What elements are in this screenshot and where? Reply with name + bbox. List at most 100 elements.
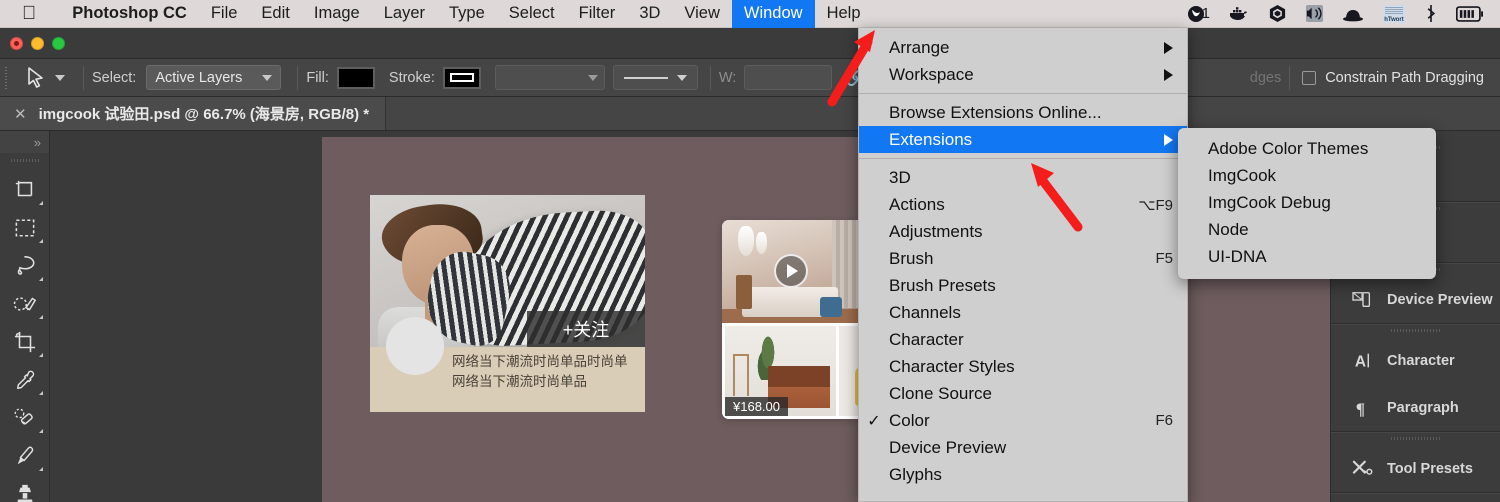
macos-menu-3d[interactable]: 3D xyxy=(627,0,672,28)
macos-menu-layer[interactable]: Layer xyxy=(372,0,437,28)
panel-item-paragraph[interactable]: ¶ Paragraph xyxy=(1331,384,1500,431)
menu-item-arrange[interactable]: Arrange xyxy=(859,34,1187,61)
select-mode-dropdown[interactable]: Active Layers xyxy=(146,65,281,90)
stroke-width-dropdown[interactable] xyxy=(495,65,605,90)
quick-selection-tool-icon[interactable] xyxy=(4,285,46,323)
macos-menu-file[interactable]: File xyxy=(199,0,250,28)
extensions-submenu[interactable]: Adobe Color Themes ImgCookImgCook DebugNo… xyxy=(1178,128,1436,279)
clone-stamp-tool-icon[interactable] xyxy=(4,475,46,502)
fill-label: Fill: xyxy=(306,70,329,86)
current-tool-indicator[interactable] xyxy=(12,67,75,89)
minimize-window-button[interactable] xyxy=(31,37,44,50)
panel-grip[interactable] xyxy=(1331,432,1500,445)
menu-item-brush-presets[interactable]: Brush Presets xyxy=(859,272,1187,299)
macos-menu-select[interactable]: Select xyxy=(497,0,567,28)
lasso-tool-icon[interactable] xyxy=(4,247,46,285)
panel-item-tool-presets[interactable]: Tool Presets xyxy=(1331,445,1500,492)
move-tool-icon xyxy=(26,67,46,89)
svg-text:A: A xyxy=(1355,353,1366,370)
macos-menu-help[interactable]: Help xyxy=(815,0,873,28)
ntwork-icon[interactable]: hTwort xyxy=(1373,0,1415,28)
submenu-item-imgcook-debug[interactable]: ImgCook Debug xyxy=(1178,189,1436,216)
fill-color-swatch[interactable] xyxy=(337,67,375,89)
stroke-style-dropdown[interactable] xyxy=(613,65,698,90)
menu-item-adjustments[interactable]: Adjustments xyxy=(859,218,1187,245)
panel-item-character[interactable]: A Character xyxy=(1331,337,1500,384)
select-mode-value: Active Layers xyxy=(155,70,242,86)
follow-button[interactable]: +关注 xyxy=(527,311,645,347)
menu-item-character-styles[interactable]: Character Styles xyxy=(859,353,1187,380)
menu-divider xyxy=(859,93,1187,94)
menu-item-label: Arrange xyxy=(889,38,1152,58)
divider xyxy=(710,66,711,90)
macos-menu-type[interactable]: Type xyxy=(437,0,497,28)
document-tab[interactable]: ✕ imgcook 试验田.psd @ 66.7% (海景房, RGB/8) * xyxy=(0,97,386,130)
menu-item-character[interactable]: Character xyxy=(859,326,1187,353)
menu-item-shortcut: F6 xyxy=(1155,412,1173,429)
globe-badge-icon[interactable]: 1 xyxy=(1178,0,1219,28)
panel-grip[interactable] xyxy=(1331,324,1500,337)
close-icon[interactable]: ✕ xyxy=(14,105,27,123)
menu-item-extensions[interactable]: Extensions xyxy=(859,126,1187,153)
chevron-down-icon[interactable] xyxy=(55,75,65,81)
play-circle-icon[interactable] xyxy=(774,254,808,288)
menu-item-3d[interactable]: 3D xyxy=(859,164,1187,191)
bowler-hat-icon[interactable] xyxy=(1333,0,1373,28)
tool-list xyxy=(0,167,49,502)
menu-item-workspace[interactable]: Workspace xyxy=(859,61,1187,88)
sound-waves-icon[interactable] xyxy=(1296,0,1333,28)
submenu-item-adobe-color-themes[interactable]: Adobe Color Themes xyxy=(1178,135,1436,162)
hexagon-icon[interactable] xyxy=(1259,0,1296,28)
globe-badge-count: 1 xyxy=(1202,5,1210,22)
zoom-window-button[interactable] xyxy=(52,37,65,50)
docker-whale-icon[interactable] xyxy=(1219,0,1259,28)
marquee-tool-icon[interactable] xyxy=(4,209,46,247)
brush-tool-icon[interactable] xyxy=(4,437,46,475)
apple-logo-icon[interactable]:  xyxy=(22,4,36,23)
submenu-item-ui-dna[interactable]: UI-DNA xyxy=(1178,243,1436,270)
menu-item-glyphs[interactable]: Glyphs xyxy=(859,461,1187,488)
menu-item-browse-extensions-online[interactable]: Browse Extensions Online... xyxy=(859,99,1187,126)
tools-panel-collapse-button[interactable]: » xyxy=(0,131,49,153)
close-window-button[interactable] xyxy=(10,37,23,50)
divider xyxy=(297,66,298,90)
macos-menu-photoshop-cc[interactable]: Photoshop CC xyxy=(60,0,199,28)
panel-item-device-preview[interactable]: Device Preview xyxy=(1331,276,1500,323)
menu-item-brush[interactable]: BrushF5 xyxy=(859,245,1187,272)
macos-menu-edit[interactable]: Edit xyxy=(249,0,301,28)
menu-item-actions[interactable]: Actions⌥F9 xyxy=(859,191,1187,218)
macos-menu-view[interactable]: View xyxy=(672,0,731,28)
device-preview-icon xyxy=(1351,290,1375,310)
options-bar-grip[interactable] xyxy=(0,59,12,97)
constrain-path-dragging-checkbox[interactable] xyxy=(1302,71,1316,85)
width-input[interactable] xyxy=(744,65,832,90)
stroke-color-swatch[interactable] xyxy=(443,67,481,89)
constrain-path-dragging-option[interactable]: Constrain Path Dragging xyxy=(1298,70,1484,86)
svg-text:¶: ¶ xyxy=(1356,399,1365,418)
menu-item-clone-source[interactable]: Clone Source xyxy=(859,380,1187,407)
window-menu-dropdown[interactable]: Arrange Workspace Browse Extensions Online… xyxy=(858,28,1188,502)
window-traffic-lights xyxy=(10,37,65,50)
healing-brush-tool-icon[interactable] xyxy=(4,399,46,437)
submenu-item-imgcook[interactable]: ImgCook xyxy=(1178,162,1436,189)
menu-item-channels[interactable]: Channels xyxy=(859,299,1187,326)
macos-menu-image[interactable]: Image xyxy=(302,0,372,28)
submenu-item-node[interactable]: Node xyxy=(1178,216,1436,243)
crop-tool-icon[interactable] xyxy=(4,323,46,361)
panel-item-label: Character xyxy=(1387,353,1455,369)
stroke-label: Stroke: xyxy=(389,70,435,86)
submenu-item-label: Adobe Color Themes xyxy=(1208,139,1422,159)
move-tool-icon[interactable] xyxy=(4,171,46,209)
bluetooth-icon[interactable] xyxy=(1415,0,1447,28)
eyedropper-tool-icon[interactable] xyxy=(4,361,46,399)
tools-panel-grip[interactable] xyxy=(0,153,49,167)
battery-icon[interactable] xyxy=(1447,0,1492,28)
macos-menu-window[interactable]: Window xyxy=(732,0,815,28)
menu-item-device-preview[interactable]: Device Preview xyxy=(859,434,1187,461)
macos-menu-filter[interactable]: Filter xyxy=(567,0,628,28)
menu-item-label: Character Styles xyxy=(889,357,1173,377)
macos-menu-bar:  Photoshop CCFileEditImageLayerTypeSele… xyxy=(0,0,1500,28)
menu-item-color[interactable]: ✓ColorF6 xyxy=(859,407,1187,434)
select-label: Select: xyxy=(92,70,136,86)
panel-item-label: Device Preview xyxy=(1387,292,1493,308)
